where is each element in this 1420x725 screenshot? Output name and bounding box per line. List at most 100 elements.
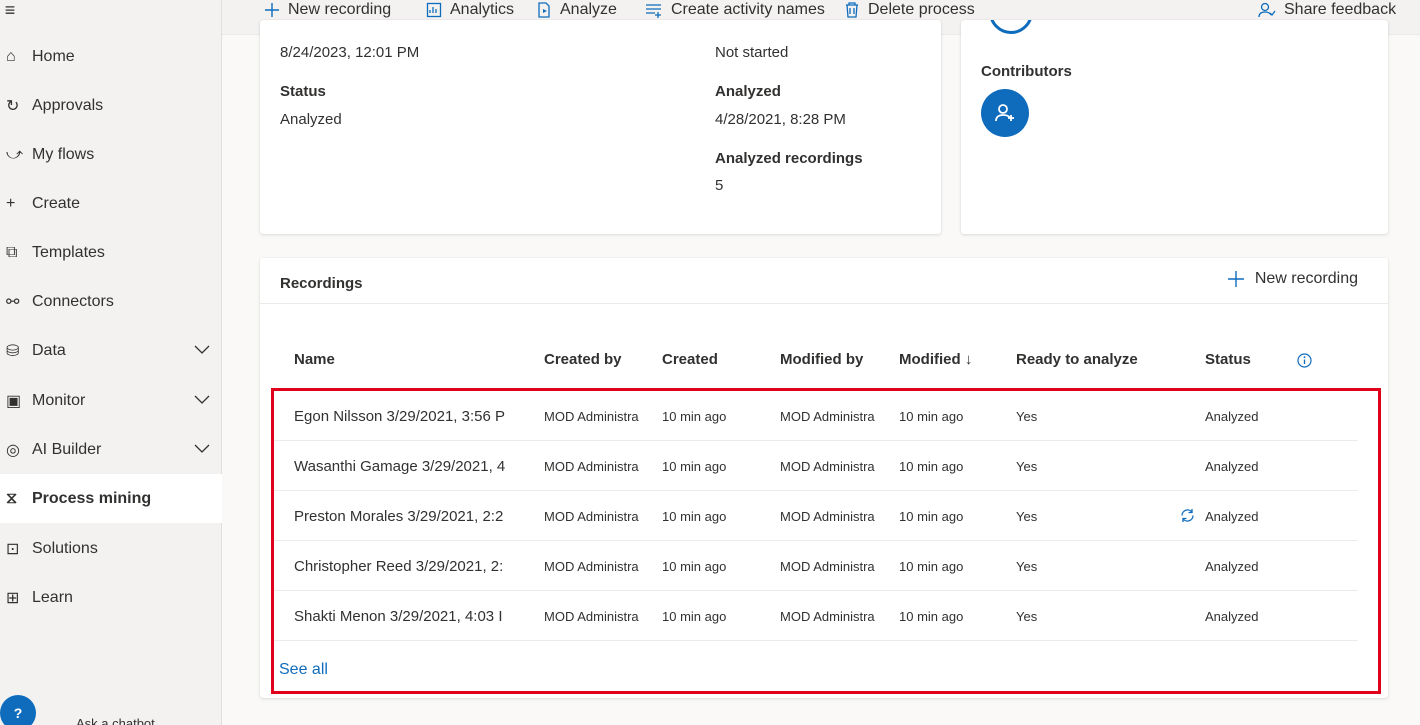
sidebar-item-my-flows[interactable]: ⤻ My flows: [0, 130, 222, 179]
owner-avatar-partial: [989, 20, 1033, 36]
contributors-label: Contributors: [981, 63, 1072, 80]
sidebar-item-learn[interactable]: ⊞ Learn: [0, 573, 222, 622]
cell-name[interactable]: Wasanthi Gamage 3/29/2021, 4: [294, 441, 539, 491]
sidebar-item-label: Approvals: [32, 96, 104, 114]
sidebar-item-label: Learn: [32, 588, 73, 606]
process-details-card: 8/24/2023, 12:01 PM Status Analyzed Not …: [260, 20, 941, 234]
recordings-divider: [260, 303, 1388, 304]
plus-icon: [264, 2, 280, 18]
sidebar-item-ai-builder[interactable]: ◎ AI Builder: [0, 425, 222, 474]
sidebar-item-approvals[interactable]: ↻ Approvals: [0, 81, 222, 130]
list-add-icon: [645, 2, 663, 18]
people-card: Contributors: [961, 20, 1388, 234]
cell-ready: Yes: [1016, 608, 1038, 624]
table-row[interactable]: Christopher Reed 3/29/2021, 2: MOD Admini…: [274, 541, 1358, 591]
chevron-down-icon[interactable]: [194, 342, 210, 360]
add-contributor-icon[interactable]: [981, 89, 1029, 137]
sidebar-item-data[interactable]: ⛁ Data: [0, 326, 222, 375]
analytics-button[interactable]: Analytics: [426, 0, 514, 20]
sidebar-item-create[interactable]: + Create: [0, 179, 222, 228]
created-value: 8/24/2023, 12:01 PM: [280, 44, 420, 61]
recordings-new-recording-button[interactable]: New recording: [1227, 270, 1358, 288]
share-feedback-button[interactable]: Share feedback: [1258, 0, 1396, 20]
sidebar-item-home[interactable]: ⌂ Home: [0, 32, 222, 81]
cell-ready: Yes: [1016, 508, 1038, 524]
sidebar-item-label: Create: [32, 194, 81, 212]
analytics-label: Analytics: [450, 1, 515, 18]
table-row[interactable]: Egon Nilsson 3/29/2021, 3:56 P MOD Admini…: [274, 391, 1358, 441]
sidebar-item-process-mining[interactable]: ⧖ Process mining: [0, 474, 222, 523]
cell-modified: 10 min ago: [899, 608, 964, 624]
analytics-icon: [426, 2, 442, 18]
table-row[interactable]: Shakti Menon 3/29/2021, 4:03 I MOD Admini…: [274, 591, 1358, 641]
chevron-down-icon[interactable]: [194, 392, 210, 410]
info-icon[interactable]: [1297, 353, 1312, 371]
sidebar-item-solutions[interactable]: ⊡ Solutions: [0, 524, 222, 573]
column-header-name[interactable]: Name: [294, 351, 335, 368]
cell-name[interactable]: Christopher Reed 3/29/2021, 2:: [294, 541, 539, 591]
analyzed-recordings-value: 5: [715, 177, 724, 194]
cell-modified-by: MOD Administra: [780, 508, 875, 524]
new-recording-label: New recording: [288, 1, 392, 18]
cell-name[interactable]: Egon Nilsson 3/29/2021, 3:56 P: [294, 391, 539, 441]
cell-created-by: MOD Administra: [544, 408, 639, 424]
chevron-down-icon[interactable]: [194, 441, 210, 459]
column-header-created-by[interactable]: Created by: [544, 351, 622, 368]
analyze-button[interactable]: Analyze: [536, 0, 617, 20]
table-row[interactable]: Wasanthi Gamage 3/29/2021, 4 MOD Administ…: [274, 441, 1358, 491]
column-header-ready-to-analyze[interactable]: Ready to analyze: [1016, 351, 1138, 368]
chatbot-label[interactable]: Ask a chatbot: [76, 716, 155, 725]
chatbot-icon[interactable]: ?: [0, 695, 36, 725]
cell-modified-by: MOD Administra: [780, 608, 875, 624]
sidebar-item-connectors[interactable]: ⚯ Connectors: [0, 277, 222, 326]
hamburger-menu-icon[interactable]: ≡: [0, 0, 20, 20]
status-label: Status: [280, 83, 326, 100]
cell-modified-by: MOD Administra: [780, 558, 875, 574]
cell-created-by: MOD Administra: [544, 558, 639, 574]
sidebar-item-label: AI Builder: [32, 440, 102, 458]
sidebar-item-monitor[interactable]: ▣ Monitor: [0, 376, 222, 425]
approvals-icon: ↻: [6, 97, 20, 115]
recordings-new-recording-label: New recording: [1254, 270, 1358, 287]
cell-modified: 10 min ago: [899, 458, 964, 474]
cell-ready: Yes: [1016, 558, 1038, 574]
sidebar-item-label: Monitor: [32, 391, 86, 409]
cell-modified-by: MOD Administra: [780, 458, 875, 474]
create-activity-names-button[interactable]: Create activity names: [645, 0, 825, 20]
delete-process-button[interactable]: Delete process: [844, 0, 975, 20]
learn-icon: ⊞: [6, 589, 20, 607]
column-header-modified[interactable]: Modified ↓: [899, 351, 972, 368]
column-header-created[interactable]: Created: [662, 351, 718, 368]
cell-created: 10 min ago: [662, 508, 727, 524]
cell-status: Analyzed: [1205, 558, 1259, 574]
column-header-modified-by[interactable]: Modified by: [780, 351, 863, 368]
plus-icon: +: [6, 194, 16, 212]
analyze-label: Analyze: [560, 1, 617, 18]
templates-icon: ⧉: [6, 243, 18, 261]
cell-created: 10 min ago: [662, 558, 727, 574]
recordings-title: Recordings: [280, 275, 363, 292]
cell-ready: Yes: [1016, 458, 1038, 474]
cell-created-by: MOD Administra: [544, 458, 639, 474]
solutions-icon: ⊡: [6, 540, 20, 558]
cell-status: Analyzed: [1205, 408, 1259, 424]
table-row[interactable]: Preston Morales 3/29/2021, 2:2 MOD Admini…: [274, 491, 1358, 541]
cell-status: Analyzed: [1205, 458, 1259, 474]
column-header-status[interactable]: Status: [1205, 351, 1251, 368]
delete-process-label: Delete process: [868, 1, 975, 18]
cell-name[interactable]: Preston Morales 3/29/2021, 2:2: [294, 491, 539, 541]
status-value: Analyzed: [280, 111, 342, 128]
new-recording-button[interactable]: New recording: [264, 0, 391, 20]
cell-created: 10 min ago: [662, 458, 727, 474]
process-mining-icon: ⧖: [6, 489, 18, 507]
cell-status: Analyzed: [1205, 608, 1259, 624]
cell-name[interactable]: Shakti Menon 3/29/2021, 4:03 I: [294, 591, 539, 641]
plus-icon: [1227, 270, 1245, 288]
see-all-link[interactable]: See all: [279, 661, 328, 679]
cell-status: Analyzed: [1205, 508, 1259, 524]
sidebar-item-templates[interactable]: ⧉ Templates: [0, 228, 222, 277]
sidebar-item-label: My flows: [32, 145, 95, 163]
analyzed-recordings-label: Analyzed recordings: [715, 150, 863, 167]
state-value: Not started: [715, 44, 789, 61]
connectors-icon: ⚯: [6, 293, 20, 311]
